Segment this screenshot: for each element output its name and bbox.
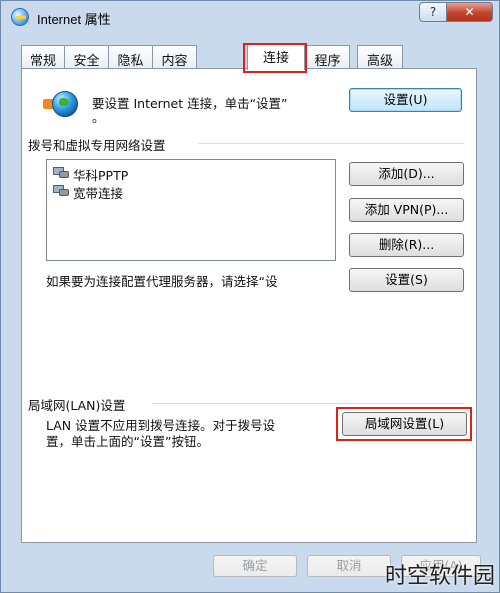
tab-security[interactable]: 安全 [64,45,109,69]
proxy-description: 如果要为连接配置代理服务器，请选择“设 [46,274,278,289]
cancel-button[interactable]: 取消 [307,555,391,577]
connection-name: 华科PPTP [73,168,129,183]
lan-separator [152,403,464,404]
lan-button-highlight [336,407,472,441]
watermark-text: 时空软件园 [384,564,495,589]
connections-tab-highlight [243,43,307,73]
help-button[interactable]: ? [419,2,447,22]
title-buttons: ? ✕ [419,2,493,22]
connection-name: 宽带连接 [73,186,124,201]
add-connection-button[interactable]: 添加(D)... [349,162,464,186]
internet-properties-window: Internet 属性 ? ✕ 常规 安全 隐私 内容 连接 程序 高级 要设置… [0,0,500,593]
remove-connection-button[interactable]: 删除(R)... [349,233,464,257]
tab-general[interactable]: 常规 [21,45,65,69]
dialup-connection-icon [53,185,69,197]
connection-settings-button[interactable]: 设置(S) [349,268,464,292]
setup-button[interactable]: 设置(U) [349,88,462,112]
window-title: Internet 属性 [37,12,111,27]
tab-programs[interactable]: 程序 [305,45,350,69]
title-bar[interactable]: Internet 属性 ? ✕ [1,1,499,35]
connections-panel: 要设置 Internet 连接，单击“设置” 。 设置(U) 拨号和虚拟专用网络… [21,68,477,543]
dialup-separator [198,143,464,144]
tab-content[interactable]: 内容 [152,45,197,69]
close-button[interactable]: ✕ [447,2,493,22]
add-vpn-button[interactable]: 添加 VPN(P)... [349,198,464,222]
lan-heading: 局域网(LAN)设置 [28,398,126,413]
tab-privacy[interactable]: 隐私 [108,45,153,69]
lan-description-cont: 置，单击上面的“设置”按钮。 [46,434,209,449]
connection-wizard-icon [43,88,78,122]
dialup-heading: 拨号和虚拟专用网络设置 [28,138,166,153]
internet-options-icon [11,8,29,26]
connections-list[interactable]: 华科PPTP 宽带连接 [46,159,336,261]
dialup-connection-icon [53,167,69,179]
setup-description: 要设置 Internet 连接，单击“设置” [92,96,288,111]
tab-advanced[interactable]: 高级 [357,45,403,69]
ok-button[interactable]: 确定 [213,555,297,577]
setup-description-cont: 。 [92,110,105,125]
